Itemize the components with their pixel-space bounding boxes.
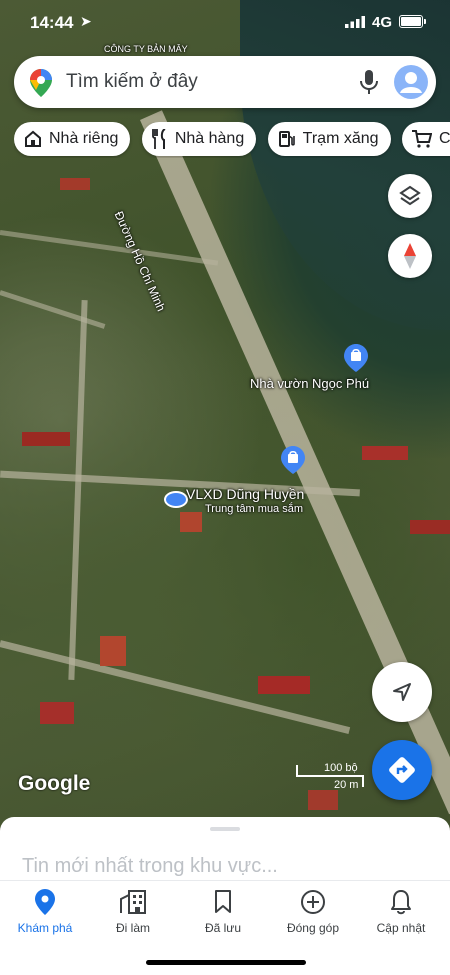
cellular-signal-icon [345, 16, 365, 28]
poi-pin-trung-tam[interactable] [281, 446, 305, 479]
selected-location-marker[interactable] [164, 491, 188, 508]
chip-home-label: Nhà riêng [49, 130, 119, 147]
side-road [0, 290, 106, 329]
nav-saved[interactable]: Đã lưu [178, 889, 268, 935]
chip-restaurants-label: Nhà hàng [174, 130, 245, 147]
building [362, 446, 408, 460]
nav-contribute[interactable]: Đóng góp [268, 889, 358, 935]
scale-bottom-label: 20 m [334, 779, 359, 791]
restaurant-icon [151, 129, 166, 149]
person-icon [400, 72, 422, 93]
nav-commute[interactable]: Đi làm [88, 889, 178, 935]
nav-updates-label: Cập nhật [376, 921, 426, 935]
building [22, 432, 70, 446]
directions-icon [389, 757, 415, 783]
nav-commute-label: Đi làm [115, 921, 150, 935]
status-bar: 14:44 ➤ 4G [0, 0, 450, 46]
chip-home[interactable]: Nhà riêng [14, 122, 131, 156]
layers-icon [399, 185, 421, 206]
layers-button[interactable] [388, 174, 432, 218]
sheet-title: Tin mới nhất trong khu vực... [22, 855, 278, 877]
side-road [0, 230, 219, 266]
explore-bottom-sheet[interactable]: Tin mới nhất trong khu vực... [0, 817, 450, 887]
network-type: 4G [372, 14, 393, 31]
poi-label-nha-vuon[interactable]: Nhà vườn Ngọc Phú [250, 376, 369, 391]
explore-pin-icon [35, 889, 55, 915]
account-avatar[interactable] [394, 65, 428, 99]
search-input[interactable]: Tìm kiếm ở đây [66, 71, 198, 93]
shopping-cart-icon [412, 130, 432, 148]
add-circle-icon [301, 890, 325, 914]
category-chips: Nhà riêng Nhà hàng Trạm xăng Cửa [14, 122, 450, 158]
my-location-button[interactable] [372, 662, 432, 722]
map-scale: 100 bộ 20 m [296, 762, 366, 792]
building [308, 790, 338, 810]
chip-shopping[interactable]: Cửa [402, 122, 450, 156]
battery-icon [399, 15, 426, 28]
search-bar[interactable]: Tìm kiếm ở đây [14, 56, 436, 108]
poi-pin-nha-vuon[interactable] [344, 344, 368, 377]
building [40, 702, 74, 724]
directions-button[interactable] [372, 740, 432, 800]
nav-contribute-label: Đóng góp [286, 921, 340, 935]
nav-explore[interactable]: Khám phá [0, 889, 90, 935]
compass-button[interactable] [388, 234, 432, 278]
shopping-bag-pin-icon [281, 446, 305, 474]
sheet-drag-handle[interactable] [210, 827, 240, 831]
bookmark-icon [215, 890, 231, 913]
chip-gas-label: Trạm xăng [302, 130, 379, 147]
building [100, 636, 126, 666]
building [410, 520, 450, 534]
chip-gas[interactable]: Trạm xăng [267, 122, 391, 156]
home-icon [25, 130, 41, 147]
nav-explore-label: Khám phá [17, 921, 73, 935]
nav-saved-label: Đã lưu [204, 921, 242, 935]
compass-icon [404, 243, 416, 269]
chip-shopping-label: Cửa [439, 130, 450, 147]
google-logo: Google [18, 772, 91, 795]
status-time: 14:44 [30, 13, 74, 32]
building [60, 178, 90, 190]
shopping-bag-pin-icon [344, 344, 368, 372]
side-road [68, 300, 88, 680]
scale-top-label: 100 bộ [324, 762, 358, 774]
microphone-icon[interactable] [360, 70, 378, 94]
maps-pin-logo-icon [30, 69, 52, 97]
poi-sublabel-vlxd: Trung tâm mua sắm [205, 503, 304, 515]
river-area [240, 0, 450, 330]
home-indicator[interactable] [146, 960, 306, 965]
location-arrow-icon: ➤ [80, 13, 92, 29]
building [258, 676, 310, 694]
commute-icon [120, 890, 146, 914]
chip-restaurants[interactable]: Nhà hàng [141, 122, 257, 156]
bell-icon [391, 890, 411, 915]
navigation-arrow-icon [393, 683, 411, 701]
nav-updates[interactable]: Cập nhật [356, 889, 446, 935]
building [180, 512, 202, 532]
poi-label-vlxd[interactable]: VLXD Dũng Huyền [186, 486, 304, 502]
gas-station-icon [278, 131, 295, 147]
road-name-label: Đường Hồ Chí Minh [111, 209, 169, 314]
